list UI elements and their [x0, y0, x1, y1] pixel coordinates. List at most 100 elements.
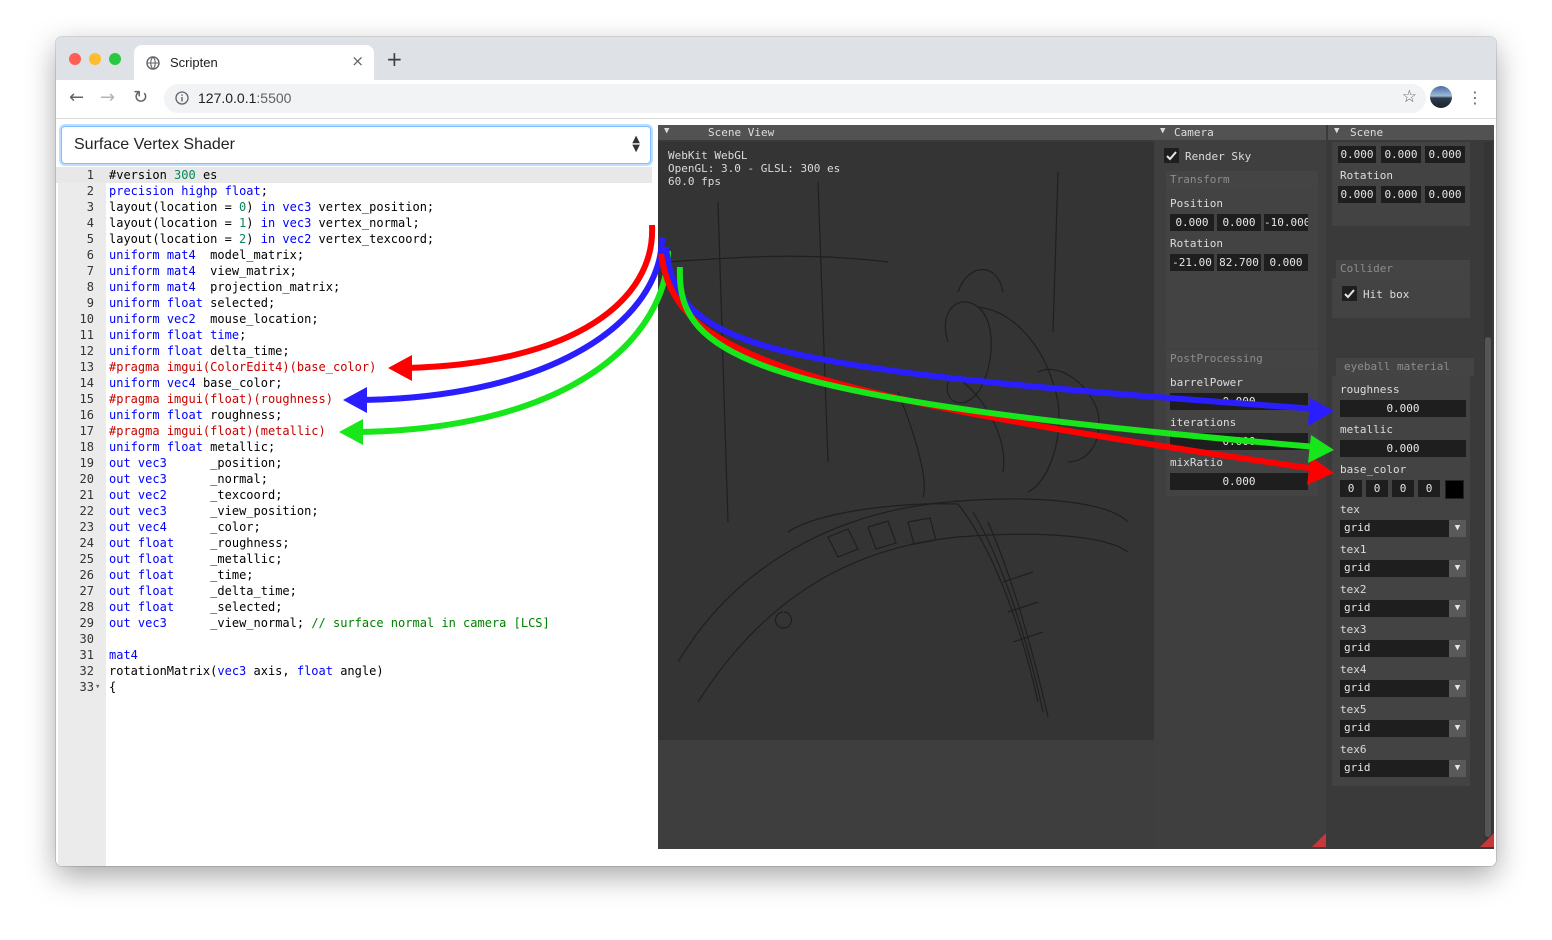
camera-position-z-field[interactable]: -10.000 — [1264, 214, 1308, 231]
code-editor[interactable]: 1 #version 300 es 2 precision highp float; 3… — [56, 167, 656, 866]
code-line[interactable]: 10 uniform vec2 mouse_location; — [56, 311, 652, 327]
mix-ratio-field[interactable]: 0.000 — [1170, 473, 1308, 490]
scene-rotation-z-field[interactable]: 0.000 — [1425, 186, 1465, 203]
render-sky-checkbox[interactable] — [1164, 148, 1179, 163]
iterations-field[interactable]: 0.000 — [1170, 433, 1308, 450]
back-icon[interactable]: ← — [69, 88, 84, 108]
barrel-power-field[interactable]: 0.000 — [1170, 393, 1308, 410]
scene-position-y-field[interactable]: 0.000 — [1381, 146, 1421, 163]
code-line[interactable]: 29 out vec3 _view_normal; // surface norm… — [56, 615, 652, 631]
code-line[interactable]: 22 out vec3 _view_position; — [56, 503, 652, 519]
menu-icon[interactable]: ⋮ — [1467, 88, 1483, 107]
postprocessing-header[interactable]: PostProcessing — [1166, 350, 1318, 368]
base-color-r-field[interactable]: 0 — [1340, 480, 1362, 497]
code-line[interactable]: 21 out vec2 _texcoord; — [56, 487, 652, 503]
dropdown-arrow-icon[interactable]: ▼ — [1449, 640, 1466, 657]
code-line[interactable]: 18 uniform float metallic; — [56, 439, 652, 455]
code-line[interactable]: 25 out float _metallic; — [56, 551, 652, 567]
scene-position-x-field[interactable]: 0.000 — [1338, 146, 1376, 163]
texture-dropdown[interactable]: grid ▼ — [1340, 520, 1466, 537]
code-line[interactable]: 2 precision highp float; — [56, 183, 652, 199]
dropdown-arrow-icon[interactable]: ▼ — [1449, 560, 1466, 577]
code-line[interactable]: 28 out float _selected; — [56, 599, 652, 615]
forward-icon[interactable]: → — [100, 88, 115, 108]
collapse-triangle-icon[interactable]: ▼ — [1160, 126, 1165, 136]
address-bar[interactable]: 127.0.0.1:5500 ☆ — [164, 84, 1426, 113]
camera-position-y-field[interactable]: 0.000 — [1217, 214, 1261, 231]
base-color-a-field[interactable]: 0 — [1418, 480, 1440, 497]
dropdown-arrow-icon[interactable]: ▼ — [1449, 720, 1466, 737]
collider-header[interactable]: Collider — [1336, 260, 1470, 278]
base-color-swatch[interactable] — [1445, 480, 1464, 499]
scene-titlebar[interactable]: ▼ Scene — [1328, 125, 1494, 140]
texture-dropdown[interactable]: grid ▼ — [1340, 560, 1466, 577]
code-line[interactable]: 4 layout(location = 1) in vec3 vertex_nor… — [56, 215, 652, 231]
texture-dropdown[interactable]: grid ▼ — [1340, 680, 1466, 697]
shader-select[interactable]: Surface Vertex Shader ▲ ▼ — [61, 126, 651, 164]
code-line[interactable]: 12 uniform float delta_time; — [56, 343, 652, 359]
transform-header[interactable]: Transform — [1166, 171, 1318, 189]
texture-dropdown[interactable]: grid ▼ — [1340, 640, 1466, 657]
camera-resize-grip[interactable] — [1312, 833, 1326, 847]
code-line[interactable]: 33 ▾ { — [56, 679, 652, 695]
dropdown-arrow-icon[interactable]: ▼ — [1449, 520, 1466, 537]
scene-position-z-field[interactable]: 0.000 — [1425, 146, 1465, 163]
info-icon[interactable] — [175, 91, 189, 105]
scene-render[interactable] — [658, 142, 1154, 740]
code-line[interactable]: 3 layout(location = 0) in vec3 vertex_pos… — [56, 199, 652, 215]
code-line[interactable]: 31 mat4 — [56, 647, 652, 663]
dropdown-arrow-icon[interactable]: ▼ — [1449, 680, 1466, 697]
texture-dropdown[interactable]: grid ▼ — [1340, 600, 1466, 617]
scene-resize-grip[interactable] — [1480, 833, 1494, 847]
code-line[interactable]: 7 uniform mat4 view_matrix; — [56, 263, 652, 279]
code-line[interactable]: 11 uniform float time; — [56, 327, 652, 343]
collapse-triangle-icon[interactable]: ▼ — [664, 126, 669, 136]
base-color-b-field[interactable]: 0 — [1392, 480, 1414, 497]
code-line[interactable]: 9 uniform float selected; — [56, 295, 652, 311]
camera-titlebar[interactable]: ▼ Camera — [1154, 125, 1326, 140]
code-line[interactable]: 5 layout(location = 2) in vec2 vertex_tex… — [56, 231, 652, 247]
hit-box-checkbox[interactable] — [1342, 286, 1357, 301]
code-line[interactable]: 32 rotationMatrix(vec3 axis, float angle) — [56, 663, 652, 679]
code-line[interactable]: 27 out float _delta_time; — [56, 583, 652, 599]
dropdown-arrow-icon[interactable]: ▼ — [1449, 600, 1466, 617]
camera-rotation-x-field[interactable]: -21.00 — [1170, 254, 1214, 271]
minimize-window-button[interactable] — [89, 53, 101, 65]
roughness-field[interactable]: 0.000 — [1340, 400, 1466, 417]
code-line[interactable]: 14 uniform vec4 base_color; — [56, 375, 652, 391]
code-line[interactable]: 19 out vec3 _position; — [56, 455, 652, 471]
tab-scripten[interactable]: Scripten × — [134, 45, 374, 80]
camera-rotation-y-field[interactable]: 82.700 — [1217, 254, 1261, 271]
code-line[interactable]: 6 uniform mat4 model_matrix; — [56, 247, 652, 263]
maximize-window-button[interactable] — [109, 53, 121, 65]
code-line[interactable]: 8 uniform mat4 projection_matrix; — [56, 279, 652, 295]
metallic-field[interactable]: 0.000 — [1340, 440, 1466, 457]
code-line[interactable]: 23 out vec4 _color; — [56, 519, 652, 535]
bookmark-star-icon[interactable]: ☆ — [1402, 87, 1417, 107]
code-line[interactable]: 30 — [56, 631, 652, 647]
scene-scrollbar[interactable] — [1484, 142, 1492, 842]
texture-dropdown[interactable]: grid ▼ — [1340, 720, 1466, 737]
scene-view-titlebar[interactable]: ▼ Scene View — [658, 125, 1154, 140]
profile-avatar[interactable] — [1430, 86, 1452, 108]
reload-icon[interactable]: ↻ — [133, 88, 148, 108]
code-line[interactable]: 1 #version 300 es — [56, 167, 652, 183]
dropdown-arrow-icon[interactable]: ▼ — [1449, 760, 1466, 777]
scene-rotation-x-field[interactable]: 0.000 — [1338, 186, 1376, 203]
scene-scrollbar-thumb[interactable] — [1485, 337, 1491, 837]
camera-position-x-field[interactable]: 0.000 — [1170, 214, 1214, 231]
base-color-g-field[interactable]: 0 — [1366, 480, 1388, 497]
code-line[interactable]: 17 #pragma imgui(float)(metallic) — [56, 423, 652, 439]
camera-rotation-z-field[interactable]: 0.000 — [1264, 254, 1308, 271]
code-line[interactable]: 26 out float _time; — [56, 567, 652, 583]
scene-rotation-y-field[interactable]: 0.000 — [1381, 186, 1421, 203]
close-window-button[interactable] — [69, 53, 81, 65]
code-line[interactable]: 24 out float _roughness; — [56, 535, 652, 551]
tab-close-icon[interactable]: × — [351, 52, 364, 70]
fold-toggle-icon[interactable]: ▾ — [95, 679, 100, 695]
new-tab-button[interactable]: + — [386, 49, 403, 69]
webgl-canvas[interactable]: ▼ Scene View WebKit WebGL OpenGL: 3.0 - … — [658, 125, 1494, 849]
code-line[interactable]: 15 #pragma imgui(float)(roughness) — [56, 391, 652, 407]
code-line[interactable]: 16 uniform float roughness; — [56, 407, 652, 423]
material-header[interactable]: eyeball material — [1336, 358, 1474, 376]
